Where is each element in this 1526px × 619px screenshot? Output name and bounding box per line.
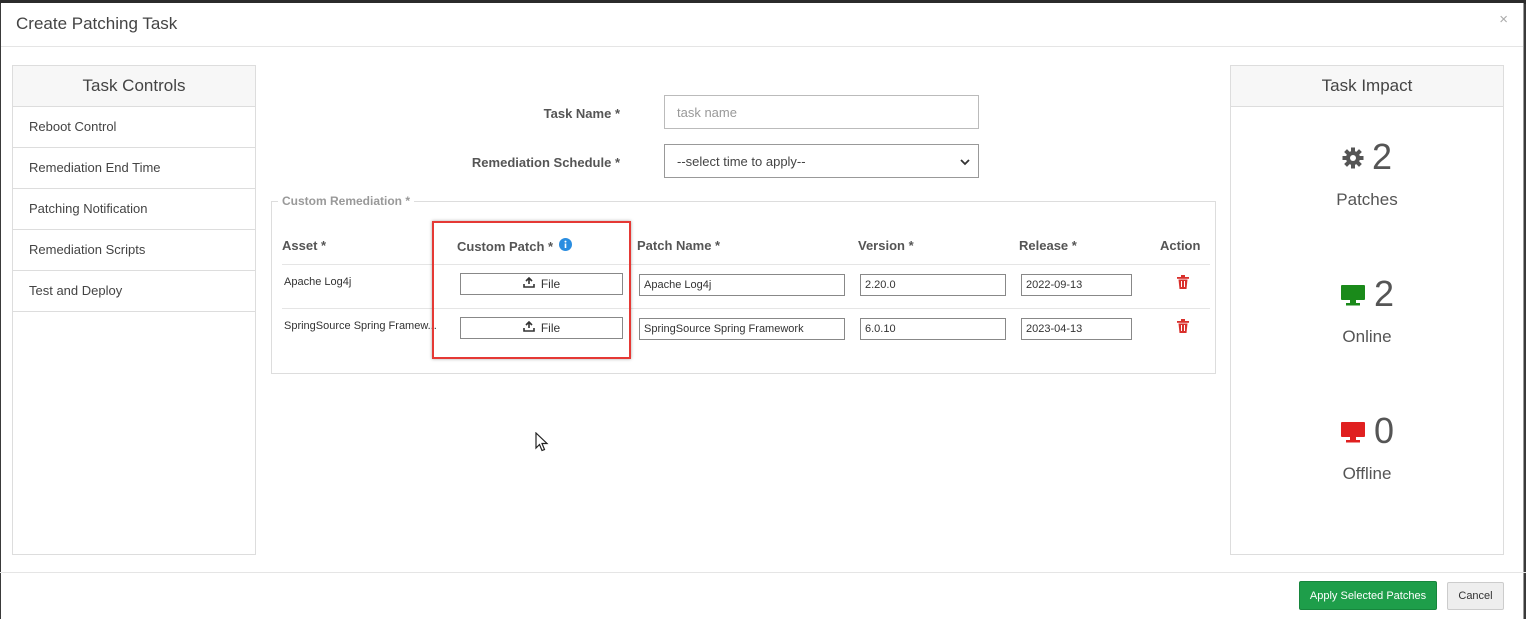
apply-selected-patches-button[interactable]: Apply Selected Patches [1299,581,1437,610]
monitor-icon [1340,410,1366,452]
row-1-patch-name-input[interactable]: Apache Log4j [639,274,845,296]
impact-offline: 0 Offline [1231,410,1503,484]
header-patch-name: Patch Name * [637,238,721,253]
info-icon[interactable] [559,238,573,254]
close-icon[interactable]: × [1499,11,1508,28]
online-label: Online [1342,327,1392,346]
trash-icon[interactable] [1177,275,1189,294]
header-custom-patch: Custom Patch * [457,238,573,254]
header-release: Release * [1019,238,1077,253]
remediation-schedule-label: Remediation Schedule * [471,155,620,170]
impact-online: 2 Online [1231,273,1503,347]
file-button-label: File [540,321,561,335]
row-2-patch-name-input[interactable]: SpringSource Spring Framework [639,318,845,340]
remediation-schedule-select[interactable]: --select time to apply-- [664,144,979,178]
row-1-version-input[interactable]: 2.20.0 [860,274,1006,296]
header-divider [282,264,1210,265]
row-1-asset: Apache Log4j [284,276,352,288]
upload-icon [523,276,535,291]
modal-header: Create Patching Task × [1,3,1523,47]
row-divider [282,308,1210,309]
header-action: Action [1160,238,1201,253]
monitor-icon [1340,273,1366,315]
trash-icon[interactable] [1177,319,1189,338]
modal-footer [0,572,1526,616]
header-custom-patch-label: Custom Patch * [457,238,554,254]
control-item-test-and-deploy[interactable]: Test and Deploy [13,271,255,312]
row-2-version-input[interactable]: 6.0.10 [860,318,1006,340]
row-2-release-input[interactable]: 2023-04-13 [1021,318,1132,340]
control-item-remediation-end-time[interactable]: Remediation End Time [13,148,255,189]
custom-remediation-legend: Custom Remediation * [278,194,415,208]
gear-icon [1342,136,1364,178]
task-impact-heading: Task Impact [1231,66,1503,107]
row-2-file-upload-button[interactable]: File [460,317,623,339]
offline-count: 0 [1373,410,1395,451]
header-version: Version * [858,238,914,253]
online-count: 2 [1373,273,1395,314]
patches-count: 2 [1371,136,1393,177]
chevron-down-icon [960,154,970,169]
file-button-label: File [540,277,561,291]
row-1-release-input[interactable]: 2022-09-13 [1021,274,1132,296]
modal-title: Create Patching Task [16,14,178,33]
row-2-asset: SpringSource Spring Framew... [284,320,437,332]
cancel-button[interactable]: Cancel [1447,582,1504,610]
task-name-label: Task Name * [543,106,620,121]
impact-patches: 2 Patches [1231,136,1503,210]
row-1-file-upload-button[interactable]: File [460,273,623,295]
task-name-input[interactable] [664,95,979,129]
mouse-cursor-icon [535,431,549,457]
header-asset: Asset * [282,238,327,253]
control-item-remediation-scripts[interactable]: Remediation Scripts [13,230,255,271]
upload-icon [523,320,535,335]
offline-label: Offline [1342,464,1392,483]
control-item-reboot-control[interactable]: Reboot Control [13,107,255,148]
task-controls-heading: Task Controls [13,66,255,107]
control-item-patching-notification[interactable]: Patching Notification [13,189,255,230]
task-controls-panel: Task Controls Reboot Control Remediation… [12,65,256,555]
schedule-selected-value: --select time to apply-- [677,153,806,169]
patches-label: Patches [1336,190,1398,209]
task-impact-panel: Task Impact 2 Patches 2 Online 0 Offline [1230,65,1504,555]
